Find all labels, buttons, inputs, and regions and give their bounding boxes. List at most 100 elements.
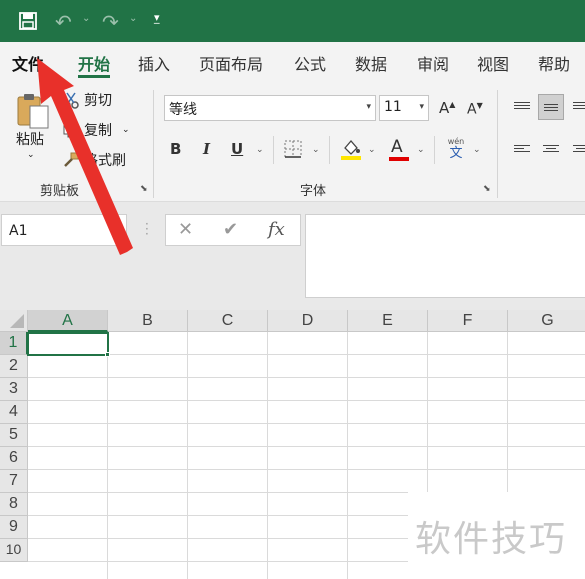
row-header-1[interactable]: 1 (0, 332, 28, 355)
paste-label[interactable]: 粘贴 (16, 129, 44, 149)
font-color-button[interactable]: A (391, 137, 403, 157)
underline-button[interactable]: U (231, 140, 243, 158)
row-header-8[interactable]: 8 (0, 493, 28, 516)
phonetic-guide-bottom: 文 (449, 146, 463, 161)
font-name-dropdown-icon[interactable]: ▾ (366, 102, 371, 112)
column-header-f[interactable]: F (428, 310, 508, 332)
undo-icon[interactable]: ↶ (55, 10, 72, 34)
group-separator (153, 90, 154, 198)
font-separator (434, 136, 435, 164)
formula-buttons: ✕ ✔ fx (165, 214, 301, 246)
ribbon-home: 粘贴 ⌄ 剪切 复制 ⌄ 格式刷 剪贴板 ⬊ 等线 ▾ 11 ▾ A▲ A▼ B… (0, 84, 585, 202)
italic-button[interactable]: I (203, 140, 210, 158)
scissors-icon (63, 92, 79, 109)
paste-dropdown-icon[interactable]: ⌄ (27, 150, 35, 160)
align-center-button[interactable] (538, 135, 564, 161)
customize-toolbar-icon[interactable]: ▾̲ (154, 11, 160, 24)
copy-dropdown-icon[interactable]: ⌄ (122, 125, 130, 135)
copy-button[interactable]: 复制 ⌄ (62, 120, 130, 140)
row-header-3[interactable]: 3 (0, 378, 28, 401)
column-header-d[interactable]: D (268, 310, 348, 332)
formula-input[interactable] (305, 214, 585, 298)
tab-view[interactable]: 视图 (477, 51, 509, 75)
grow-font-arrow-icon: ▲ (449, 100, 456, 109)
font-size-dropdown-icon[interactable]: ▾ (419, 102, 424, 112)
tab-insert[interactable]: 插入 (138, 51, 170, 75)
paste-icon[interactable] (16, 92, 50, 130)
bold-button[interactable]: B (170, 140, 181, 158)
formula-bar: A1 ▾ · · · ✕ ✔ fx (0, 202, 585, 310)
phonetic-guide-dropdown-icon[interactable]: ⌄ (473, 145, 481, 155)
insert-function-button[interactable]: fx (268, 219, 285, 240)
font-size-value: 11 (384, 99, 402, 115)
quick-access-toolbar: ↶ ⌄ ↷ ⌄ ▾̲ (0, 0, 585, 42)
name-box-dropdown-icon[interactable]: ▾ (113, 227, 118, 237)
row-header-9[interactable]: 9 (0, 516, 28, 539)
align-top-button[interactable] (509, 92, 535, 118)
tab-home[interactable]: 开始 (78, 51, 110, 75)
font-color-glyph: A (391, 137, 403, 157)
confirm-entry-button[interactable]: ✔ (223, 219, 238, 240)
redo-dropdown-icon[interactable]: ⌄ (129, 13, 137, 24)
grow-font-glyph: A (439, 99, 450, 117)
row-header-7[interactable]: 7 (0, 470, 28, 493)
name-box-value: A1 (9, 223, 28, 239)
clipboard-group-label: 剪贴板 (40, 184, 80, 199)
clipboard-dialog-launcher-icon[interactable]: ⬊ (140, 184, 148, 194)
column-header-a[interactable]: A (28, 310, 108, 332)
shrink-font-glyph: A (467, 101, 477, 118)
underline-dropdown-icon[interactable]: ⌄ (256, 145, 264, 155)
row-header-10[interactable]: 10 (0, 539, 28, 562)
grow-font-button[interactable]: A▲ (439, 99, 455, 117)
copy-icon (63, 122, 79, 138)
font-group-label: 字体 (300, 184, 327, 199)
formula-bar-resize-handle[interactable]: · · · (145, 218, 149, 240)
select-all-triangle-icon (10, 314, 24, 328)
font-size-combo[interactable]: 11 ▾ (379, 95, 429, 121)
align-bottom-button[interactable] (568, 92, 585, 118)
redo-icon[interactable]: ↷ (102, 10, 119, 34)
active-tab-indicator (78, 75, 110, 78)
save-icon[interactable] (18, 11, 38, 31)
shrink-font-arrow-icon: ▼ (476, 101, 483, 110)
row-header-4[interactable]: 4 (0, 401, 28, 424)
phonetic-guide-button[interactable]: wén 文 (446, 137, 466, 161)
fill-handle[interactable] (105, 352, 110, 357)
column-header-c[interactable]: C (188, 310, 268, 332)
tab-file[interactable]: 文件 (12, 51, 44, 75)
column-header-b[interactable]: B (108, 310, 188, 332)
row-header-6[interactable]: 6 (0, 447, 28, 470)
align-right-button[interactable] (568, 135, 585, 161)
cancel-entry-button[interactable]: ✕ (178, 219, 193, 240)
row-header-2[interactable]: 2 (0, 355, 28, 378)
border-dropdown-icon[interactable]: ⌄ (312, 145, 320, 155)
tab-help[interactable]: 帮助 (538, 51, 570, 75)
undo-dropdown-icon[interactable]: ⌄ (82, 13, 90, 24)
tab-formulas[interactable]: 公式 (294, 51, 326, 75)
paintbrush-icon (64, 152, 79, 167)
border-icon[interactable] (284, 140, 302, 158)
name-box[interactable]: A1 ▾ (1, 214, 127, 246)
column-header-g[interactable]: G (508, 310, 585, 332)
font-separator (273, 136, 274, 164)
font-separator (329, 136, 330, 164)
column-header-e[interactable]: E (348, 310, 428, 332)
tab-data[interactable]: 数据 (355, 51, 387, 75)
align-middle-button[interactable] (538, 94, 564, 120)
fill-color-dropdown-icon[interactable]: ⌄ (368, 145, 376, 155)
select-all-corner[interactable] (0, 310, 28, 332)
tab-page-layout[interactable]: 页面布局 (199, 51, 263, 75)
font-dialog-launcher-icon[interactable]: ⬊ (483, 184, 491, 194)
font-name-combo[interactable]: 等线 ▾ (164, 95, 376, 121)
cut-label: 剪切 (84, 93, 112, 109)
selected-cell-a1[interactable] (27, 332, 109, 356)
fill-color-icon[interactable] (340, 137, 362, 161)
cut-button[interactable]: 剪切 (62, 90, 112, 110)
format-painter-button[interactable]: 格式刷 (62, 150, 126, 170)
align-left-button[interactable] (509, 135, 535, 161)
font-color-dropdown-icon[interactable]: ⌄ (417, 145, 425, 155)
tab-review[interactable]: 审阅 (417, 51, 449, 75)
watermark-text: 软件技巧 (415, 519, 568, 560)
shrink-font-button[interactable]: A▼ (467, 101, 483, 118)
row-header-5[interactable]: 5 (0, 424, 28, 447)
